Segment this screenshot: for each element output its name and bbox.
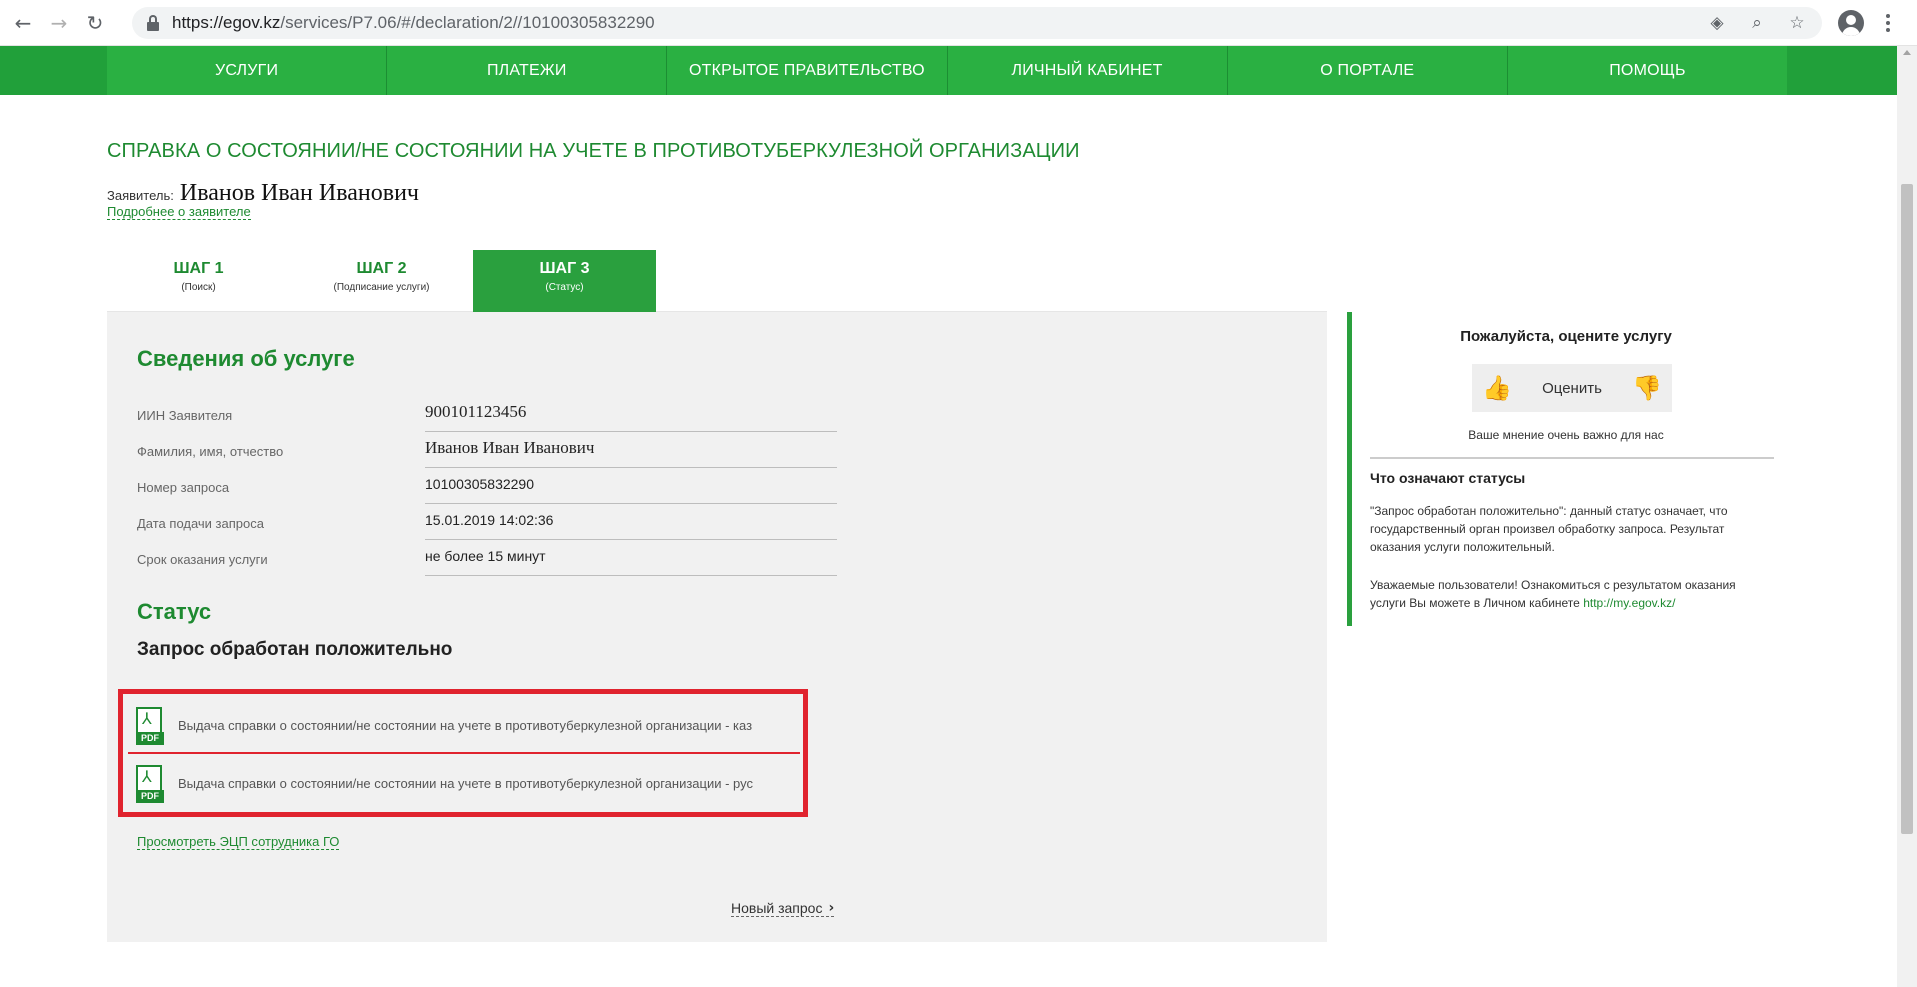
browser-toolbar: ← → ↻ https://egov.kz/services/P7.06/#/d… [0, 0, 1917, 46]
pdf-icon-label: PDF [136, 789, 164, 803]
nav-item-services[interactable]: УСЛУГИ [107, 46, 388, 95]
thumbs-up-icon[interactable]: 👍 [1482, 373, 1512, 403]
page-title: СПРАВКА О СОСТОЯНИИ/НЕ СОСТОЯНИИ НА УЧЕТ… [107, 140, 1080, 162]
status-title: Статус [137, 599, 212, 624]
divider [425, 575, 837, 576]
status-note-text: Уважаемые пользователи! Ознакомиться с р… [1370, 578, 1736, 610]
nav-item-payments[interactable]: ПЛАТЕЖИ [387, 46, 668, 95]
info-row-submit-date: Дата подачи запроса 15.01.2019 14:02:36 [137, 504, 837, 540]
thumbs-down-icon[interactable]: 👎 [1632, 373, 1662, 403]
personal-cabinet-link[interactable]: http://my.egov.kz/ [1583, 596, 1675, 610]
main-nav: УСЛУГИ ПЛАТЕЖИ ОТКРЫТОЕ ПРАВИТЕЛЬСТВО ЛИ… [0, 46, 1897, 95]
rate-title: Пожалуйста, оцените услугу [1460, 328, 1672, 345]
document-link-rus[interactable]: ⅄ PDF Выдача справки о состоянии/не сост… [128, 756, 800, 811]
applicant-label: Заявитель: [107, 188, 174, 203]
divider [1370, 457, 1774, 459]
rate-note: Ваше мнение очень важно для нас [1468, 428, 1664, 442]
document-link-kaz[interactable]: ⅄ PDF Выдача справки о состоянии/не сост… [128, 699, 800, 754]
nav-item-help[interactable]: ПОМОЩЬ [1508, 46, 1787, 95]
pdf-icon: ⅄ PDF [136, 764, 164, 803]
status-help-note: Уважаемые пользователи! Ознакомиться с р… [1370, 576, 1770, 612]
service-panel: Сведения об услуге ИИН Заявителя 9001011… [107, 312, 1327, 942]
steps-bar: ШАГ 1 (Поиск) ШАГ 2 (Подписание услуги) … [107, 250, 1327, 324]
rate-label: Оценить [1542, 379, 1602, 397]
info-label: Дата подачи запроса [137, 516, 264, 531]
document-label: Выдача справки о состоянии/не состоянии … [178, 776, 753, 791]
step-2[interactable]: ШАГ 2 (Подписание услуги) [290, 250, 473, 312]
applicant-details-link[interactable]: Подробнее о заявителе [107, 204, 251, 220]
url-host: https://egov.kz [172, 13, 281, 32]
status-text: Запрос обработан положительно [137, 639, 453, 660]
url-path: /services/P7.06/#/declaration/2//1010030… [280, 13, 655, 32]
info-value: 10100305832290 [425, 476, 535, 492]
nav-item-personal-account[interactable]: ЛИЧНЫЙ КАБИНЕТ [948, 46, 1228, 95]
zoom-icon[interactable]: ⌕ [1746, 12, 1768, 34]
status-help-title: Что означают статусы [1370, 470, 1526, 486]
info-value: не более 15 минут [425, 548, 546, 564]
step-title: ШАГ 1 [173, 260, 224, 277]
reload-icon[interactable]: ↻ [82, 10, 108, 36]
profile-avatar-icon[interactable] [1838, 10, 1864, 36]
pdf-icon-label: PDF [136, 731, 164, 745]
info-label: Срок оказания услуги [137, 552, 268, 567]
service-info-title: Сведения об услуге [137, 346, 355, 371]
info-value: 15.01.2019 14:02:36 [425, 512, 554, 528]
scrollbar-thumb[interactable] [1901, 184, 1913, 834]
info-row-fullname: Фамилия, имя, отчество Иванов Иван Ивано… [137, 432, 837, 468]
step-title: ШАГ 3 [539, 260, 590, 277]
document-label: Выдача справки о состоянии/не состоянии … [178, 718, 753, 733]
step-subtitle: (Статус) [545, 282, 584, 293]
browser-menu-icon[interactable] [1878, 10, 1898, 36]
rating-widget: 👍 Оценить 👎 [1472, 364, 1672, 412]
bookmark-star-icon[interactable]: ☆ [1786, 12, 1808, 34]
chevron-right-icon: › [828, 900, 835, 916]
info-label: Номер запроса [137, 480, 230, 495]
step-title: ШАГ 2 [356, 260, 407, 277]
step-subtitle: (Подписание услуги) [333, 282, 430, 293]
scroll-up-icon[interactable] [1903, 50, 1911, 55]
back-icon[interactable]: ← [10, 10, 36, 36]
applicant: Заявитель: Иванов Иван Иванович [107, 180, 419, 207]
info-value: Иванов Иван Иванович [425, 438, 595, 457]
info-value: 900101123456 [425, 402, 527, 421]
info-row-iin: ИИН Заявителя 900101123456 [137, 396, 837, 432]
blocked-content-icon[interactable]: ◈ [1706, 12, 1728, 34]
info-row-service-term: Срок оказания услуги не более 15 минут [137, 540, 837, 576]
new-request-link[interactable]: Новый запрос › [731, 900, 835, 917]
forward-icon[interactable]: → [46, 10, 72, 36]
step-subtitle: (Поиск) [181, 282, 216, 293]
info-label: Фамилия, имя, отчество [137, 444, 284, 459]
status-help-description: "Запрос обработан положительно": данный … [1370, 504, 1728, 554]
nav-item-open-government[interactable]: ОТКРЫТОЕ ПРАВИТЕЛЬСТВО [667, 46, 948, 95]
url-text: https://egov.kz/services/P7.06/#/declara… [172, 13, 655, 33]
page-scrollbar[interactable] [1897, 46, 1917, 987]
documents-highlight: ⅄ PDF Выдача справки о состоянии/не сост… [118, 689, 808, 817]
info-label: ИИН Заявителя [137, 408, 233, 423]
lock-icon [146, 15, 160, 31]
address-bar[interactable]: https://egov.kz/services/P7.06/#/declara… [132, 7, 1822, 39]
new-request-label: Новый запрос [731, 900, 823, 916]
rating-sidebar: Пожалуйста, оцените услугу 👍 Оценить 👎 В… [1347, 312, 1775, 626]
step-1[interactable]: ШАГ 1 (Поиск) [107, 250, 290, 312]
applicant-name: Иванов Иван Иванович [179, 180, 419, 206]
step-3[interactable]: ШАГ 3 (Статус) [473, 250, 656, 324]
nav-item-about-portal[interactable]: О ПОРТАЛЕ [1228, 46, 1508, 95]
info-row-request-number: Номер запроса 10100305832290 [137, 468, 837, 504]
view-ecp-link[interactable]: Просмотреть ЭЦП сотрудника ГО [137, 834, 340, 850]
pdf-icon: ⅄ PDF [136, 706, 164, 745]
